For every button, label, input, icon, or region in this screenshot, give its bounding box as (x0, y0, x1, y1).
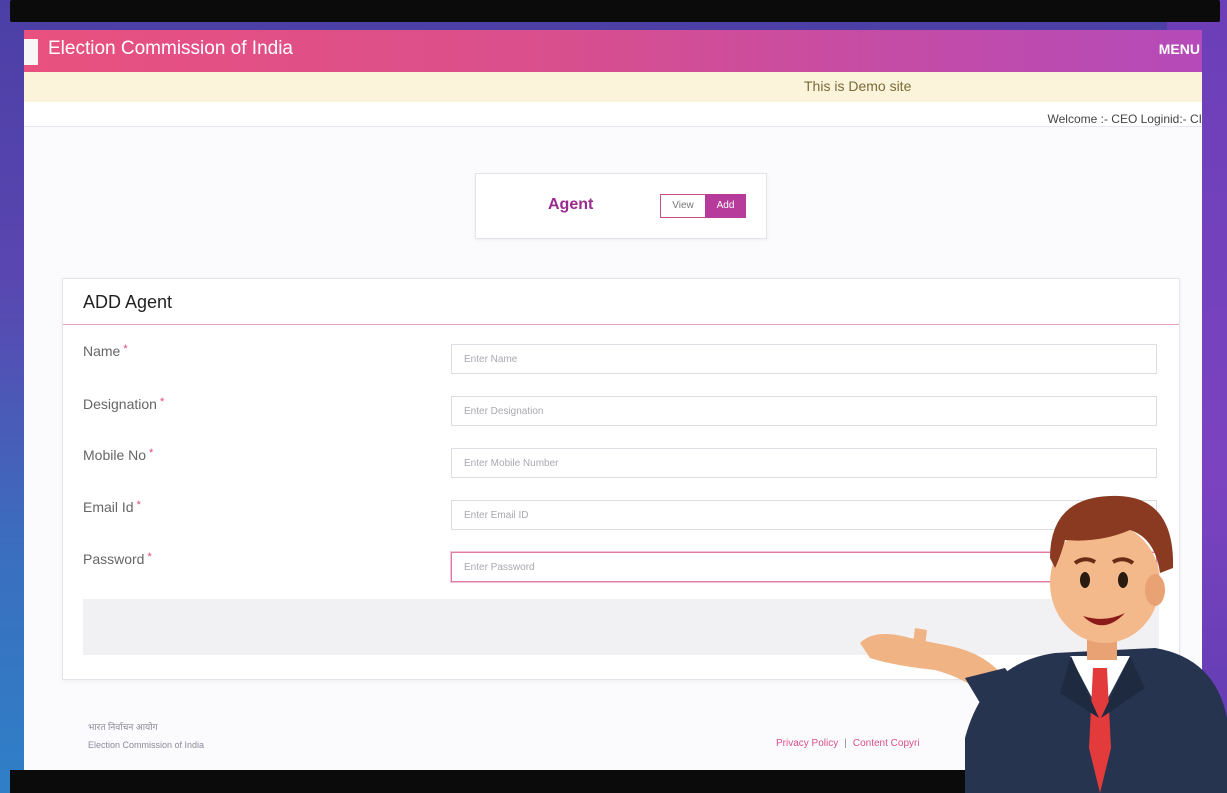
required-mark: * (159, 396, 165, 408)
footer-hindi-text: भारत निर्वाचन आयोग (88, 722, 158, 732)
privacy-policy-link[interactable]: Privacy Policy (776, 738, 838, 749)
site-title[interactable]: Election Commission of India (48, 38, 293, 60)
mobile-input[interactable] (451, 448, 1157, 478)
menu-button[interactable]: MENU (1159, 41, 1200, 57)
designation-label: Designation * (83, 396, 165, 412)
form-heading: ADD Agent (63, 279, 1179, 325)
view-button[interactable]: View (660, 194, 706, 218)
demo-banner: This is Demo site (24, 72, 1202, 102)
name-label: Name * (83, 343, 128, 359)
required-mark: * (123, 343, 128, 355)
add-button[interactable]: Add (705, 194, 746, 218)
password-label: Password * (83, 551, 152, 567)
header-left-chip (24, 39, 38, 65)
required-mark: * (147, 551, 152, 563)
email-label: Email Id * (83, 499, 141, 515)
welcome-text: Welcome :- CEO Loginid:- CI (24, 102, 1202, 127)
agent-switcher: Agent View Add (475, 173, 767, 239)
mobile-label: Mobile No * (83, 447, 154, 463)
name-input[interactable] (451, 344, 1157, 374)
top-dark-bar (10, 0, 1220, 22)
site-header: Election Commission of India MENU (24, 30, 1202, 72)
footer-separator: | (844, 738, 847, 749)
designation-input[interactable] (451, 396, 1157, 426)
presenter-illustration (860, 495, 1227, 793)
footer-org: भारत निर्वाचन आयोग Election Commission o… (88, 718, 204, 754)
agent-title: Agent (548, 196, 594, 213)
footer-org-text: Election Commission of India (88, 740, 205, 750)
required-mark: * (149, 447, 154, 459)
required-mark: * (136, 499, 141, 511)
